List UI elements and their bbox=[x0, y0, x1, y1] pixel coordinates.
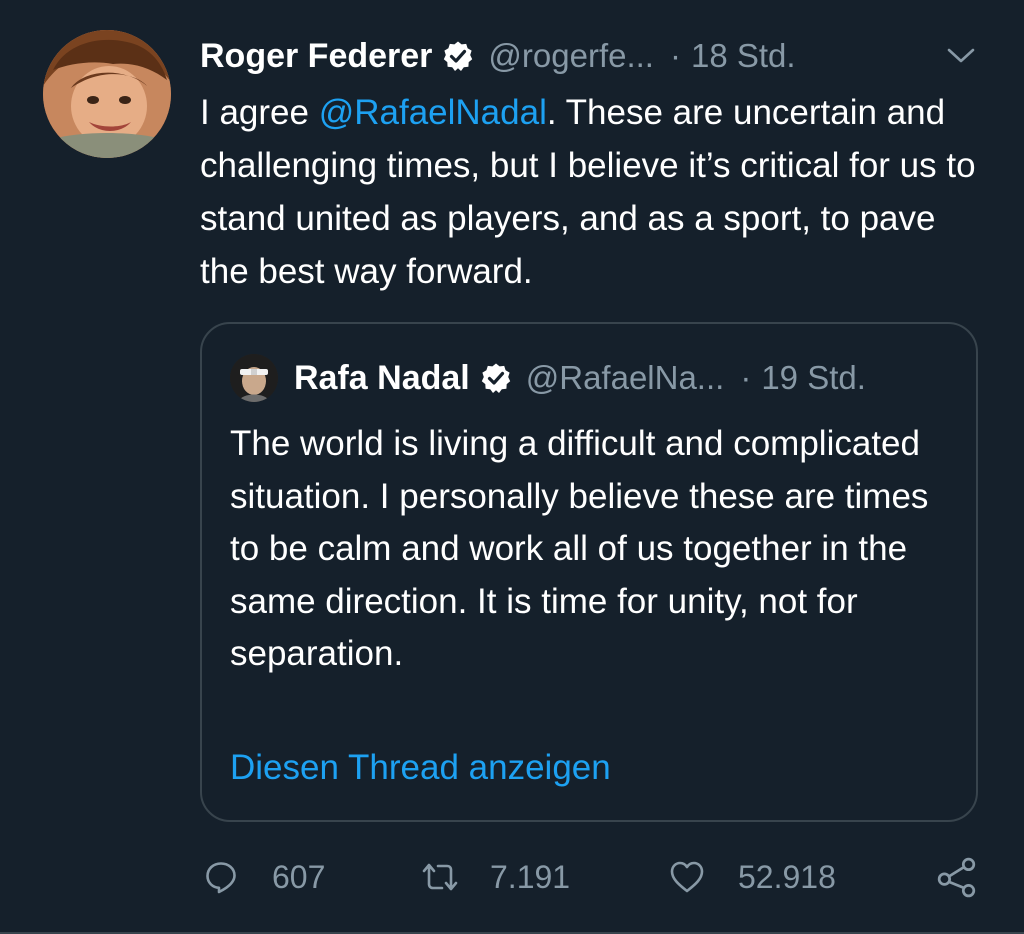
tweet-text: I agree @RafaelNadal. These are uncertai… bbox=[200, 86, 990, 298]
avatar-photo bbox=[43, 30, 171, 158]
share-button[interactable] bbox=[936, 852, 978, 902]
verified-badge-icon bbox=[442, 40, 474, 72]
quoted-author-name[interactable]: Rafa Nadal bbox=[294, 359, 470, 398]
like-button[interactable]: 52.918 bbox=[668, 852, 836, 902]
mention-link[interactable]: @RafaelNadal bbox=[319, 93, 547, 132]
reply-button[interactable]: 607 bbox=[204, 852, 325, 902]
separator-dot: · bbox=[669, 37, 681, 74]
reply-icon bbox=[206, 862, 236, 894]
quoted-author-handle[interactable]: @RafaelNa... bbox=[526, 359, 725, 397]
like-count: 52.918 bbox=[738, 858, 836, 895]
tweet-header: Roger Federer @rogerfe... · 18 Std. bbox=[200, 32, 984, 80]
show-thread-link[interactable]: Diesen Thread anzeigen bbox=[230, 748, 611, 788]
retweet-icon bbox=[422, 863, 458, 891]
quoted-tweet-text: The world is living a difficult and comp… bbox=[230, 424, 929, 673]
quoted-tweet-header: Rafa Nadal @RafaelNa... · 19 Std. bbox=[294, 352, 956, 404]
verified-badge-icon bbox=[480, 362, 512, 394]
author-avatar[interactable] bbox=[43, 30, 171, 158]
author-name[interactable]: Roger Federer bbox=[200, 37, 432, 76]
tweet-timestamp[interactable]: 18 Std. bbox=[691, 37, 796, 75]
share-icon bbox=[937, 857, 976, 898]
tweet-action-bar: 607 7.191 52.918 bbox=[200, 852, 990, 902]
quoted-avatar-photo bbox=[230, 354, 278, 402]
chevron-down-icon[interactable] bbox=[946, 46, 976, 66]
quoted-tweet-card[interactable]: Rafa Nadal @RafaelNa... · 19 Std. The wo… bbox=[200, 322, 978, 822]
separator-dot: · bbox=[740, 359, 752, 396]
quoted-tweet-timestamp[interactable]: 19 Std. bbox=[761, 359, 866, 397]
retweet-button[interactable]: 7.191 bbox=[420, 852, 570, 902]
retweet-count: 7.191 bbox=[490, 858, 571, 895]
tweet-text-start: I agree bbox=[200, 93, 319, 132]
heart-icon bbox=[670, 861, 704, 893]
reply-count: 607 bbox=[272, 858, 326, 895]
quoted-author-avatar bbox=[230, 354, 278, 402]
author-handle[interactable]: @rogerfe... bbox=[488, 37, 654, 75]
